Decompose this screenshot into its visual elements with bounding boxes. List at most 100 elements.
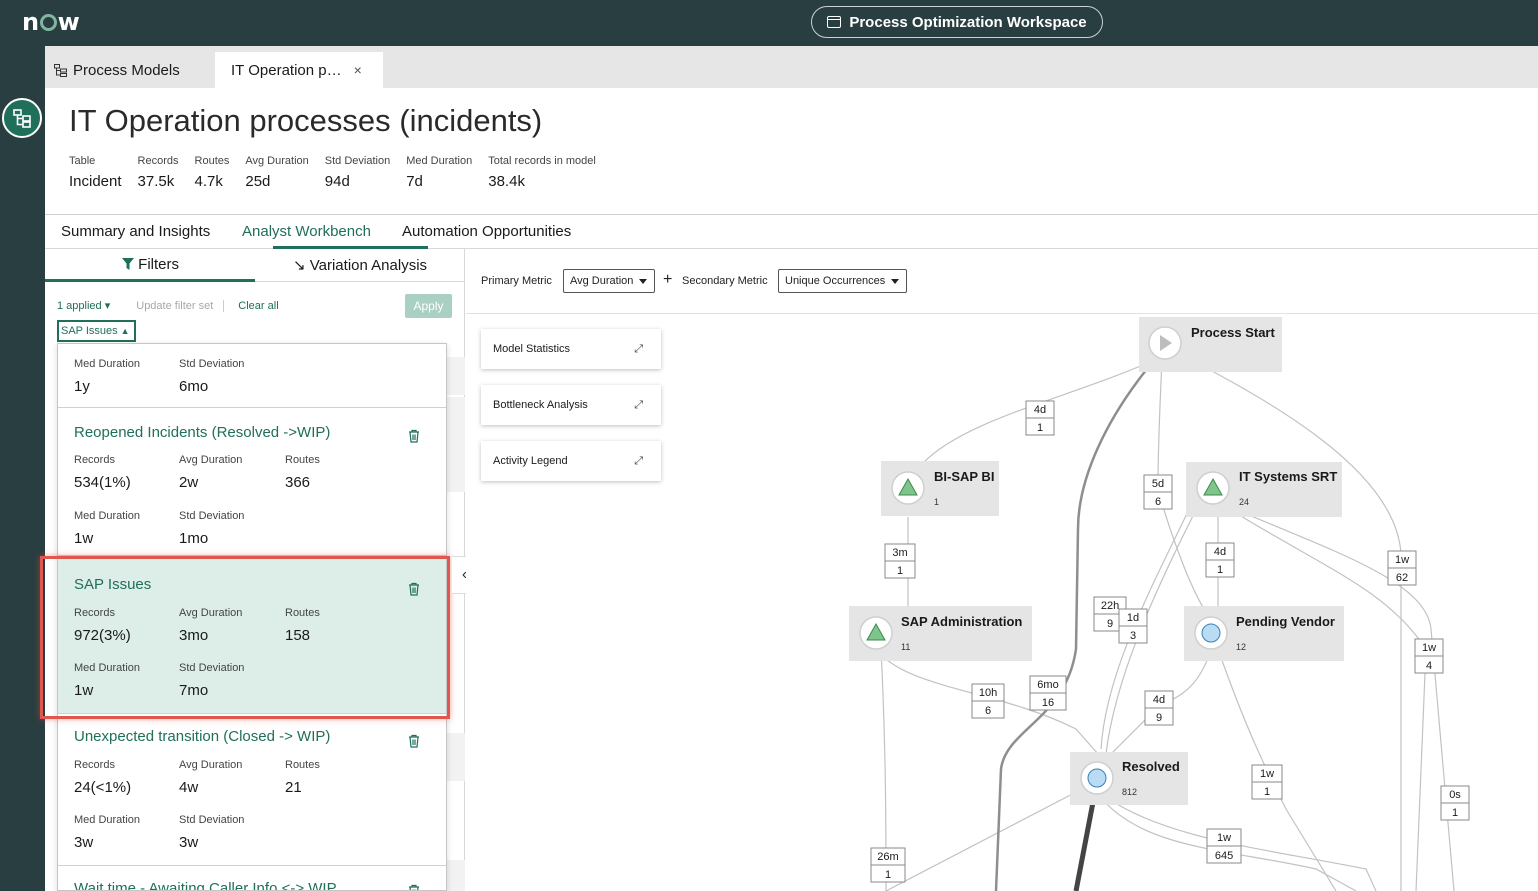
edge-duration: 1w [1395,554,1409,566]
underlying-panel-strip [447,357,465,395]
stat-records: Records 37.5k [138,155,179,190]
tab-summary-insights[interactable]: Summary and Insights [61,223,210,240]
node-count: 11 [901,642,910,652]
edge-label[interactable]: 5d 6 [1143,474,1173,510]
workspace-title: Process Optimization Workspace [849,13,1087,31]
edge-label[interactable]: 26m 1 [870,847,906,883]
field-value: 21 [285,779,302,796]
edge-label[interactable]: 0s 1 [1440,785,1470,821]
field-value: 24(<1%) [74,779,132,796]
edge-label[interactable]: 1d 3 [1118,608,1148,644]
edge-duration: 0s [1449,789,1461,801]
node-title: SAP Administration [901,614,1022,629]
active-subtab-indicator [45,279,255,282]
filter-card-partial[interactable]: Med Duration 1y Std Deviation 6mo [58,344,446,408]
tab-variation-analysis[interactable]: ↘ Variation Analysis [293,256,427,274]
underlying-panel-strip [447,860,465,891]
tab-process-models[interactable]: Process Models [54,52,214,88]
workspace-switcher-button[interactable]: Process Optimization Workspace [811,6,1103,38]
field-value: 3w [179,834,199,851]
tab-automation-opportunities[interactable]: Automation Opportunities [402,223,571,240]
edge-label[interactable]: 1w 62 [1387,550,1417,586]
edge-count: 1 [1264,786,1270,798]
page-title: IT Operation processes (incidents) [69,103,543,138]
stat-label: Std Deviation [324,155,391,167]
stat-total-records: Total records in model 38.4k [488,155,596,190]
edge-duration: 10h [979,687,997,699]
card-label: Model Statistics [493,343,571,355]
edge-count: 6 [1155,496,1161,508]
process-models-rail-button[interactable] [2,98,42,138]
edge-label[interactable]: 6mo 16 [1029,675,1067,711]
expand-icon[interactable]: ⤢ [634,343,643,356]
edge-count: 6 [985,705,991,717]
divider [223,299,225,312]
clear-all-link[interactable]: Clear all [238,300,278,312]
edge-count: 9 [1107,618,1113,630]
caret-down-icon: ▾ [104,300,111,312]
chip-label: SAP Issues [61,325,118,337]
highlight-annotation-box [40,556,450,719]
filter-card-unexpected-transition[interactable]: Unexpected transition (Closed -> WIP) Re… [58,716,446,866]
sap-issues-filter-chip[interactable]: SAP Issues ▲ [57,320,136,342]
node-title: Pending Vendor [1236,614,1335,629]
trash-icon[interactable] [407,884,421,891]
edge-label[interactable]: 3m 1 [884,543,916,579]
field-value: 2w [179,474,199,491]
edge-count: 9 [1156,712,1162,724]
node-count: 1 [934,497,939,507]
underlying-panel-strip [447,397,465,492]
edge-count: 1 [1037,422,1043,434]
graph-node-sap-administration[interactable]: SAP Administration 11 [849,606,1032,661]
tab-analyst-workbench[interactable]: Analyst Workbench [242,223,371,240]
edge-label[interactable]: 4d 1 [1025,400,1055,436]
field-label: Avg Duration [179,454,243,466]
edge-label[interactable]: 10h 6 [971,683,1005,719]
edge-count: 1 [897,565,903,577]
field-value: 6mo [179,378,209,395]
trash-icon[interactable] [407,429,421,443]
field-label: Avg Duration [179,759,243,771]
edge-label[interactable]: 1w 645 [1206,828,1242,864]
applied-filters-dropdown[interactable]: 1 applied ▾ [57,299,110,312]
field-value: 1mo [179,530,209,547]
stat-value: 94d [324,173,350,190]
field-label: Std Deviation [179,814,245,826]
model-statistics-card[interactable]: Model Statistics ⤢ [481,329,661,369]
graph-node-it-systems-srt[interactable]: IT Systems SRT 24 [1186,462,1342,517]
left-rail [0,46,45,891]
bottleneck-analysis-card[interactable]: Bottleneck Analysis ⤢ [481,385,661,425]
filter-card-title[interactable]: Reopened Incidents (Resolved ->WIP) [74,424,330,441]
graph-node-process-start[interactable]: Process Start [1139,317,1282,372]
trash-icon[interactable] [407,734,421,748]
circle-icon [1087,768,1107,788]
field-value: 1y [74,378,90,395]
expand-icon[interactable]: ⤢ [634,399,643,412]
stat-value: Incident [69,173,122,190]
graph-node-pending-vendor[interactable]: Pending Vendor 12 [1184,606,1344,661]
filter-card-reopened-incidents[interactable]: Reopened Incidents (Resolved ->WIP) Reco… [58,408,446,556]
expand-icon[interactable]: ⤢ [634,455,643,468]
close-tab-icon[interactable]: × [354,62,362,78]
edge-label[interactable]: 1w 1 [1251,764,1283,800]
graph-node-bi-sap-bi[interactable]: BI-SAP BI 1 [881,461,999,516]
graph-node-resolved[interactable]: Resolved 812 [1070,752,1188,805]
update-filter-set-link[interactable]: Update filter set [136,300,213,312]
activity-legend-card[interactable]: Activity Legend ⤢ [481,441,661,481]
tab-it-operation[interactable]: IT Operation p… × [215,52,383,88]
edge-label[interactable]: 4d 1 [1205,542,1235,578]
apply-button[interactable]: Apply [405,294,452,318]
filter-card-title[interactable]: Wait time - Awaiting Caller Info <-> WIP [74,880,337,890]
underlying-panel-strip [447,733,465,781]
edge-duration: 26m [877,851,898,863]
field-label: Routes [285,454,320,466]
tab-filters[interactable]: Filters [122,256,179,273]
filter-card-wait-time[interactable]: Wait time - Awaiting Caller Info <-> WIP [58,866,446,891]
servicenow-logo[interactable]: nw [22,8,80,36]
stat-label: Routes [194,155,230,167]
edge-label[interactable]: 1w 4 [1414,638,1444,674]
graph-edge [1157,360,1163,480]
filter-card-title[interactable]: Unexpected transition (Closed -> WIP) [74,728,330,745]
edge-label[interactable]: 4d 9 [1144,690,1174,726]
node-title: BI-SAP BI [934,469,994,484]
